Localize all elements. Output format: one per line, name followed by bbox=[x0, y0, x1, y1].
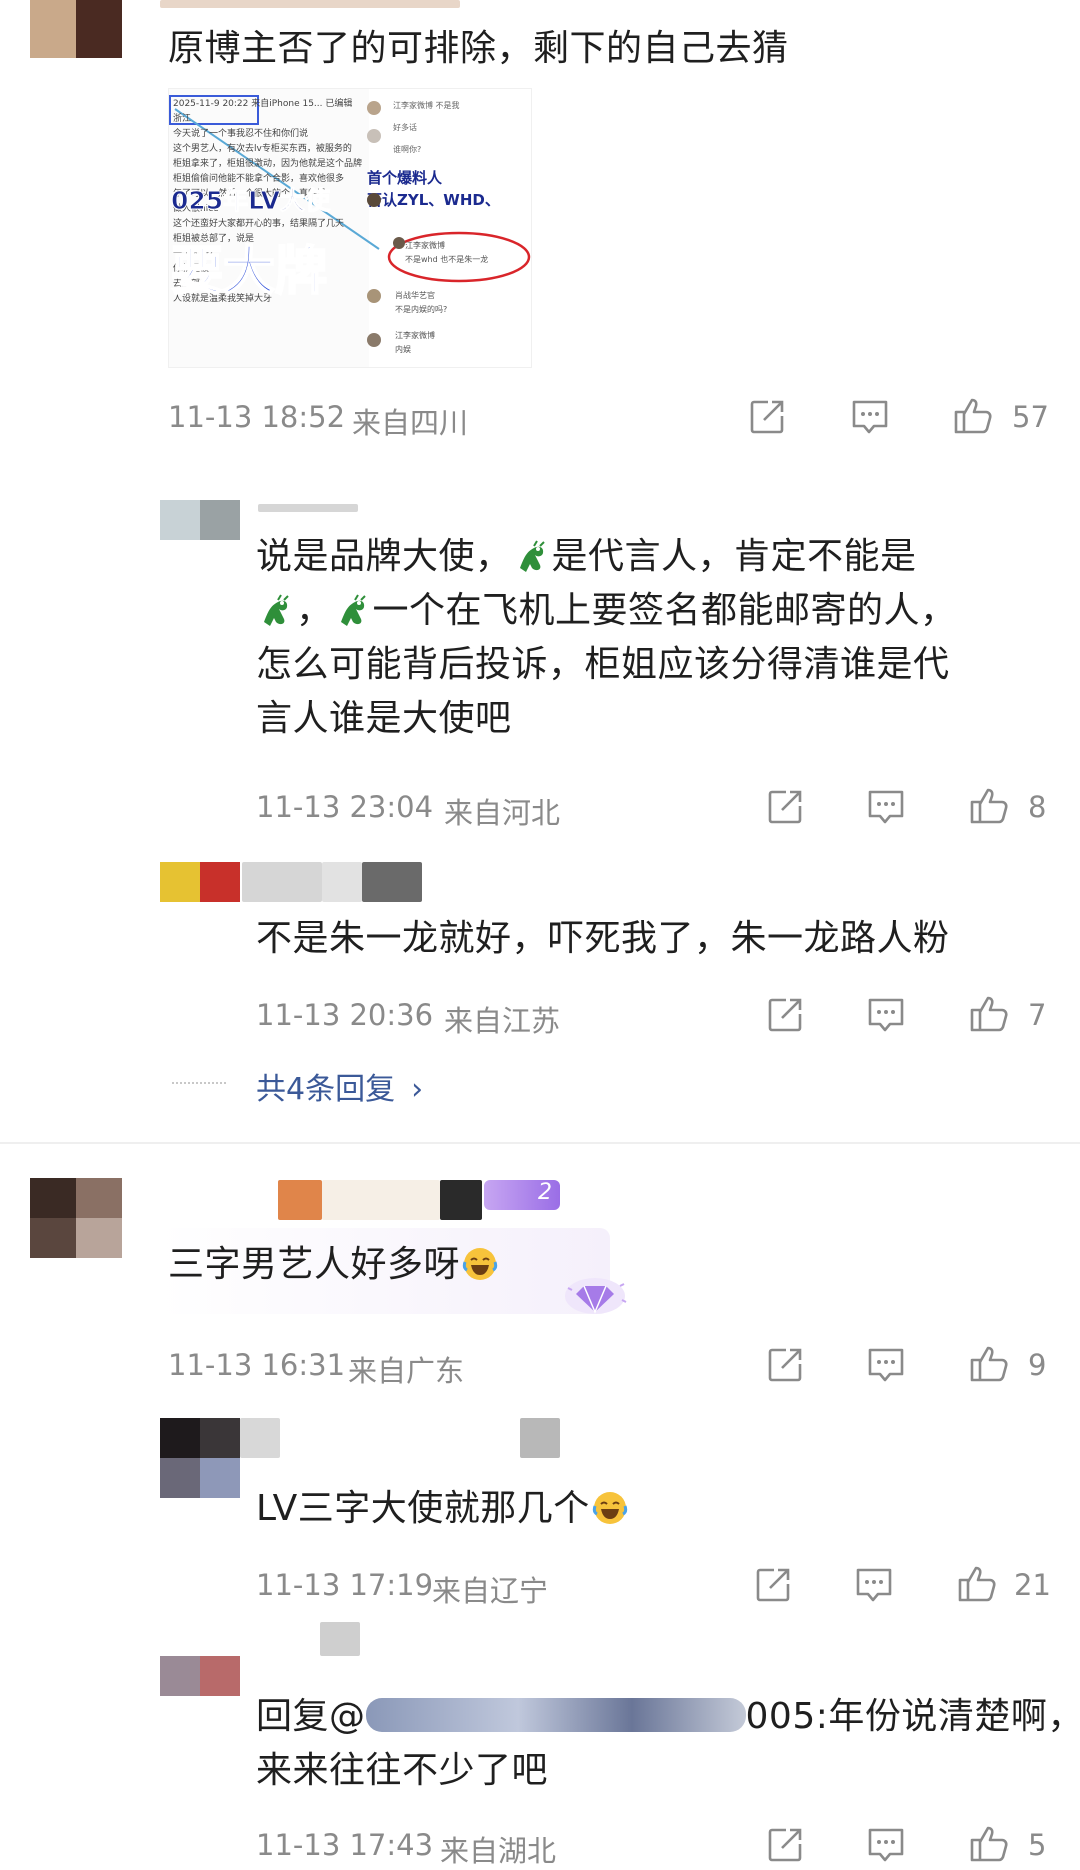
dragon-emoji-icon bbox=[514, 536, 550, 572]
like-count: 9 bbox=[1028, 1348, 1047, 1382]
username-blurred[interactable] bbox=[240, 1418, 280, 1458]
comment-icon[interactable] bbox=[854, 1566, 894, 1604]
like-count: 21 bbox=[1014, 1568, 1051, 1602]
comment-image[interactable]: 2025-11-9 20:22 来自iPhone 15... 已编辑 浙江 今天… bbox=[168, 88, 532, 368]
reply-location: 来自河北 bbox=[444, 796, 561, 830]
share-icon[interactable] bbox=[748, 398, 786, 436]
share-icon[interactable] bbox=[766, 1826, 804, 1864]
comment-icon[interactable] bbox=[866, 996, 906, 1034]
username-blurred[interactable] bbox=[258, 504, 358, 512]
like-icon[interactable] bbox=[952, 396, 994, 436]
comment-icon[interactable] bbox=[866, 788, 906, 826]
share-icon[interactable] bbox=[754, 1566, 792, 1604]
avatar[interactable] bbox=[160, 1418, 240, 1498]
dragon-emoji-icon bbox=[258, 590, 294, 626]
reply-text: 说是品牌大使， 是代言人，肯定不能是 ，一个在飞机上要签名都能邮寄的人， 怎么可能… bbox=[256, 536, 957, 739]
like-count: 5 bbox=[1028, 1828, 1047, 1862]
username-blurred[interactable] bbox=[160, 0, 460, 8]
reply-text: 回复@ 005:年份说清楚啊， 来来往往不少了吧 bbox=[256, 1696, 1080, 1791]
avatar[interactable] bbox=[30, 0, 122, 58]
laugh-cry-emoji-icon bbox=[462, 1244, 498, 1280]
avatar[interactable] bbox=[160, 862, 240, 902]
username-blurred[interactable] bbox=[320, 1622, 360, 1656]
username-blurred[interactable] bbox=[278, 1180, 322, 1220]
laugh-cry-emoji-icon bbox=[592, 1488, 628, 1524]
comment-icon[interactable] bbox=[850, 398, 890, 436]
reply-time: 11-13 17:43 bbox=[256, 1828, 434, 1862]
image-overlay-title: 首个爆料人 bbox=[367, 169, 443, 187]
reply-text: LV三字大使就那几个 bbox=[256, 1482, 628, 1536]
divider bbox=[0, 1142, 1080, 1144]
image-headline-1: 025年LV大使 bbox=[170, 186, 331, 216]
comment-location: 来自广东 bbox=[348, 1354, 465, 1388]
like-icon[interactable] bbox=[956, 1564, 998, 1604]
avatar[interactable] bbox=[160, 500, 240, 540]
dragon-emoji-icon bbox=[335, 590, 371, 626]
like-icon[interactable] bbox=[968, 1824, 1010, 1864]
avatar[interactable] bbox=[30, 1178, 122, 1258]
share-icon[interactable] bbox=[766, 1346, 804, 1384]
chevron-right-icon: › bbox=[411, 1072, 424, 1107]
like-icon[interactable] bbox=[968, 1344, 1010, 1384]
level-badge: 2 bbox=[484, 1180, 560, 1210]
like-count: 57 bbox=[1012, 400, 1049, 434]
comment-text: 原博主否了的可排除，剩下的自己去猜 bbox=[168, 28, 789, 69]
reply-time: 11-13 23:04 bbox=[256, 790, 434, 824]
image-right-text: 江李家微博 不是我 好多话 谁啊你? bbox=[393, 101, 460, 154]
comment-icon[interactable] bbox=[866, 1346, 906, 1384]
mention-blurred[interactable] bbox=[365, 1698, 746, 1732]
reply-text: 不是朱一龙就好，吓死我了，朱一龙路人粉 bbox=[256, 918, 950, 959]
like-icon[interactable] bbox=[968, 786, 1010, 826]
comment-time: 11-13 16:31 bbox=[168, 1348, 346, 1382]
share-icon[interactable] bbox=[766, 996, 804, 1034]
avatar[interactable] bbox=[160, 1656, 240, 1696]
like-count: 8 bbox=[1028, 790, 1047, 824]
reply-location: 来自湖北 bbox=[440, 1834, 557, 1868]
diamond-decoration-icon bbox=[560, 1266, 630, 1330]
reply-time: 11-13 17:19 bbox=[256, 1568, 434, 1602]
comment-time: 11-13 18:52 bbox=[168, 400, 346, 434]
more-replies-link[interactable]: 共4条回复 › bbox=[256, 1064, 423, 1108]
reply-time: 11-13 20:36 bbox=[256, 998, 434, 1032]
more-replies-dots bbox=[172, 1082, 226, 1084]
image-overlay-sub: 否认ZYL、WHD、 bbox=[367, 191, 500, 209]
comment-text: 三字男艺人好多呀 bbox=[168, 1238, 498, 1292]
reply-location: 来自江苏 bbox=[444, 1004, 561, 1038]
like-icon[interactable] bbox=[968, 994, 1010, 1034]
username-blurred[interactable] bbox=[242, 862, 322, 902]
reply-location: 来自辽宁 bbox=[432, 1574, 549, 1608]
like-count: 7 bbox=[1028, 998, 1047, 1032]
comment-icon[interactable] bbox=[866, 1826, 906, 1864]
share-icon[interactable] bbox=[766, 788, 804, 826]
image-headline-2: 要大牌 bbox=[170, 241, 328, 303]
comment-location: 来自四川 bbox=[352, 406, 469, 440]
